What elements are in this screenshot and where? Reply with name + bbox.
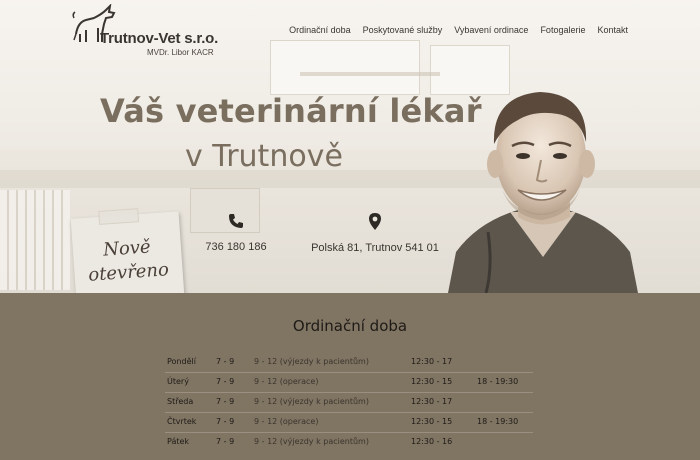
table-row: Čtvrtek 7 - 9 9 - 12 (operace) 12:30 - 1… — [165, 413, 533, 433]
day-cell: Úterý — [167, 377, 189, 386]
hero-background-shelf — [300, 72, 440, 76]
day-cell: Čtvrtek — [167, 417, 197, 426]
morning-hours-cell: 9 - 12 (operace) — [254, 377, 319, 386]
hero-section: Trutnov-Vet s.r.o. MVDr. Libor KACR Ordi… — [0, 0, 700, 293]
afternoon-hours-cell: 12:30 - 16 — [411, 437, 453, 446]
morning-hours-cell: 9 - 12 (výjezdy k pacientům) — [254, 357, 369, 366]
phone-number: 736 180 186 — [205, 241, 267, 253]
opening-hours-table: Pondělí 7 - 9 9 - 12 (výjezdy k pacientů… — [165, 353, 533, 453]
table-row: Úterý 7 - 9 9 - 12 (operace) 12:30 - 15 … — [165, 373, 533, 393]
evening-hours-cell: 18 - 19:30 — [477, 417, 519, 426]
hero-headline: Váš veterinární lékař — [100, 92, 482, 130]
morning-hours-cell: 9 - 12 (výjezdy k pacientům) — [254, 397, 369, 406]
afternoon-hours-cell: 12:30 - 17 — [411, 357, 453, 366]
day-cell: Středa — [167, 397, 194, 406]
nav-item-kontakt[interactable]: Kontakt — [597, 25, 628, 35]
map-pin-icon — [369, 213, 381, 230]
morning-hours-cell: 9 - 12 (operace) — [254, 417, 319, 426]
hero-background-cabinet — [270, 40, 420, 95]
hero-background-radiator — [0, 190, 70, 290]
logo-subtitle: MVDr. Libor KACR — [147, 48, 214, 57]
early-hours-cell: 7 - 9 — [216, 377, 235, 386]
contact-phone[interactable]: 736 180 186 — [200, 213, 272, 254]
phone-icon — [229, 214, 243, 228]
nav-item-ordinacni-doba[interactable]: Ordinační doba — [289, 25, 351, 35]
day-cell: Pondělí — [167, 357, 196, 366]
evening-hours-cell: 18 - 19:30 — [477, 377, 519, 386]
afternoon-hours-cell: 12:30 - 15 — [411, 377, 453, 386]
address-text: Polská 81, Trutnov 541 01 — [311, 242, 439, 254]
logo-name: Trutnov-Vet s.r.o. — [100, 30, 219, 47]
opening-hours-section: Ordinační doba Pondělí 7 - 9 9 - 12 (výj… — [0, 293, 700, 460]
nav-item-fotogalerie[interactable]: Fotogalerie — [540, 25, 585, 35]
contact-address[interactable]: Polská 81, Trutnov 541 01 — [305, 213, 445, 255]
morning-hours-cell: 9 - 12 (výjezdy k pacientům) — [254, 437, 369, 446]
early-hours-cell: 7 - 9 — [216, 357, 235, 366]
newly-opened-note: Nově otevřeno — [70, 208, 186, 293]
afternoon-hours-cell: 12:30 - 15 — [411, 417, 453, 426]
main-nav: Ordinační doba Poskytované služby Vybave… — [289, 25, 628, 35]
note-tape — [98, 208, 140, 225]
veterinarian-portrait — [448, 92, 638, 293]
hero-headline-city: v Trutnově — [185, 139, 343, 174]
nav-item-vybaveni[interactable]: Vybavení ordinace — [454, 25, 528, 35]
nav-item-sluzby[interactable]: Poskytované služby — [363, 25, 443, 35]
early-hours-cell: 7 - 9 — [216, 417, 235, 426]
site-logo[interactable]: Trutnov-Vet s.r.o. MVDr. Libor KACR — [72, 4, 232, 59]
opening-hours-title: Ordinační doba — [292, 317, 408, 335]
early-hours-cell: 7 - 9 — [216, 397, 235, 406]
afternoon-hours-cell: 12:30 - 17 — [411, 397, 453, 406]
day-cell: Pátek — [167, 437, 190, 446]
table-row: Středa 7 - 9 9 - 12 (výjezdy k pacientům… — [165, 393, 533, 413]
table-row: Pondělí 7 - 9 9 - 12 (výjezdy k pacientů… — [165, 353, 533, 373]
table-row: Pátek 7 - 9 9 - 12 (výjezdy k pacientům)… — [165, 433, 533, 453]
early-hours-cell: 7 - 9 — [216, 437, 235, 446]
